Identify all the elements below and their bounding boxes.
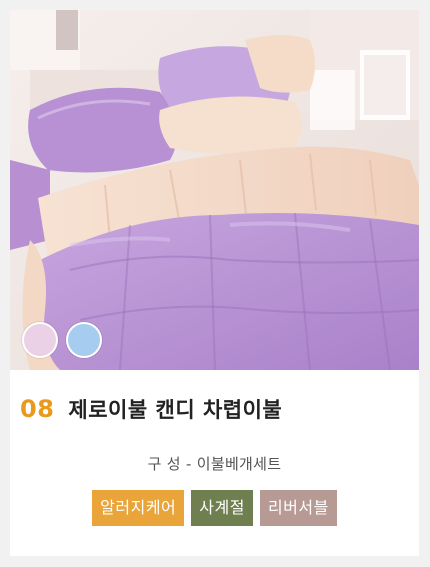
tag-reversible: 리버서블 <box>259 490 337 526</box>
color-swatches <box>22 322 102 358</box>
swatch-lavender-pink[interactable] <box>22 322 58 358</box>
product-card[interactable]: 08 제로이불 캔디 차렵이불 구 성 - 이불베개세트 알러지케어 사계절 리… <box>10 10 419 556</box>
tag-all-season: 사계절 <box>191 490 253 526</box>
product-photo[interactable] <box>10 10 419 370</box>
bedding-illustration <box>10 10 419 370</box>
product-name[interactable]: 제로이불 캔디 차렵이불 <box>68 394 282 424</box>
product-number: 08 <box>20 395 55 423</box>
product-composition: 구 성 - 이불베개세트 <box>147 455 282 473</box>
tag-allergy-care: 알러지케어 <box>92 490 185 526</box>
feature-tags: 알러지케어 사계절 리버서블 <box>10 490 419 526</box>
product-title-row: 08 제로이불 캔디 차렵이불 <box>20 394 410 424</box>
swatch-light-blue[interactable] <box>66 322 102 358</box>
